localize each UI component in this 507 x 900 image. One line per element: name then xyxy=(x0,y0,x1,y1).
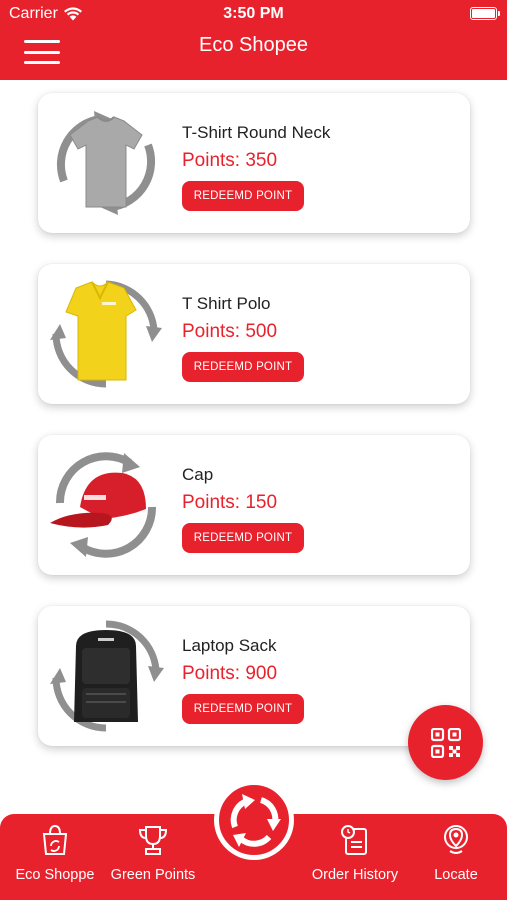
redeem-point-button[interactable]: REDEEMD POINT xyxy=(182,694,304,724)
clipboard-clock-icon xyxy=(341,825,367,855)
nav-item-eco-shoppe[interactable]: Eco Shoppe xyxy=(6,814,104,900)
product-image-tshirt xyxy=(46,105,166,221)
hamburger-icon-bar xyxy=(24,61,60,64)
product-name: Laptop Sack xyxy=(182,636,277,655)
product-card: Cap Points: 150 REDEEMD POINT xyxy=(38,435,470,575)
nav-label: Order History xyxy=(311,867,399,883)
product-card: Laptop Sack Points: 900 REDEEMD POINT xyxy=(38,606,470,746)
product-image-cap xyxy=(46,447,166,563)
status-bar: Carrier 3:50 PM xyxy=(0,0,507,28)
product-card: T-Shirt Round Neck Points: 350 REDEEMD P… xyxy=(38,93,470,233)
app-header: Carrier 3:50 PM Eco Shopee xyxy=(0,0,507,80)
nav-label: Green Points xyxy=(110,867,196,883)
product-card: T Shirt Polo Points: 500 REDEEMD POINT xyxy=(38,264,470,404)
redeem-point-button[interactable]: REDEEMD POINT xyxy=(182,523,304,553)
product-image-polo xyxy=(46,276,166,392)
redeem-point-button[interactable]: REDEEMD POINT xyxy=(182,181,304,211)
nav-item-locate[interactable]: Locate xyxy=(412,814,500,900)
trophy-icon xyxy=(138,826,168,855)
product-points: Points: 900 xyxy=(182,663,278,684)
nav-label: Locate xyxy=(434,867,478,883)
status-time: 3:50 PM xyxy=(223,5,284,22)
product-name: T Shirt Polo xyxy=(182,294,271,313)
qr-code-icon xyxy=(430,727,461,758)
location-pin-icon xyxy=(444,825,468,854)
nav-label: Eco Shoppe xyxy=(15,867,95,883)
center-recycle-button[interactable] xyxy=(214,780,294,860)
redeem-point-button[interactable]: REDEEMD POINT xyxy=(182,352,304,382)
product-points: Points: 350 xyxy=(182,150,278,171)
qr-scan-button[interactable] xyxy=(408,705,483,780)
recycle-icon xyxy=(230,794,281,847)
product-points: Points: 500 xyxy=(182,321,278,342)
product-name: Cap xyxy=(182,465,214,484)
shopping-bag-recycle-icon xyxy=(42,824,68,855)
product-name: T-Shirt Round Neck xyxy=(182,123,331,142)
page-title: Eco Shopee xyxy=(199,34,308,56)
product-list: T-Shirt Round Neck Points: 350 REDEEMD P… xyxy=(0,80,507,814)
product-image-backpack xyxy=(46,618,166,734)
nav-item-order-history[interactable]: Order History xyxy=(300,814,410,900)
product-points: Points: 150 xyxy=(182,492,278,513)
battery-icon xyxy=(470,7,500,20)
nav-item-green-points[interactable]: Green Points xyxy=(104,814,202,900)
